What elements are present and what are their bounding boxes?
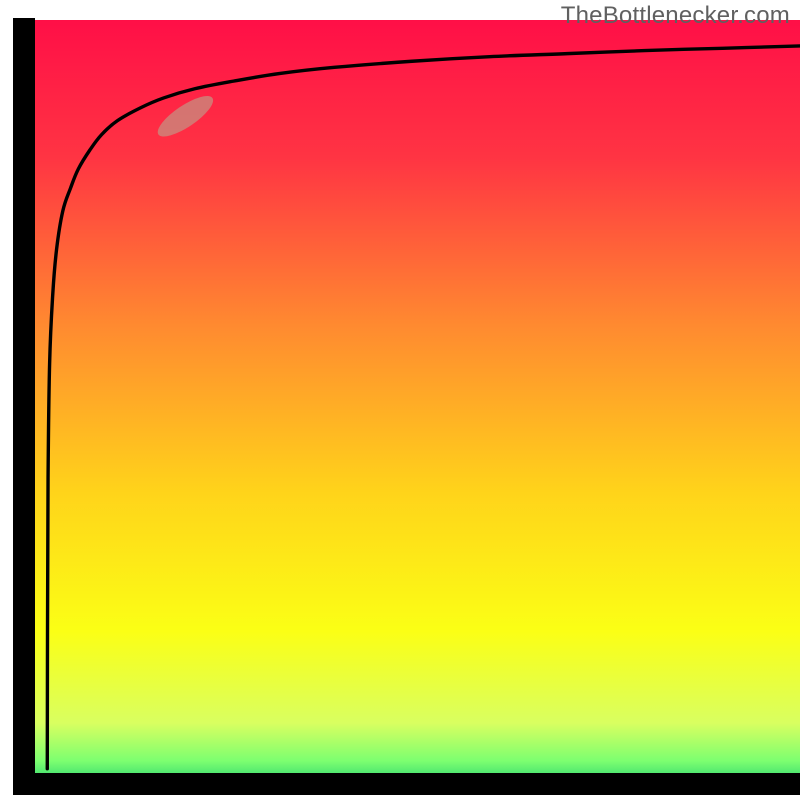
watermark-text: TheBottlenecker.com [561, 2, 790, 30]
chart-root: TheBottlenecker.com [0, 0, 800, 800]
gradient-background [24, 20, 800, 784]
chart-svg [0, 0, 800, 800]
